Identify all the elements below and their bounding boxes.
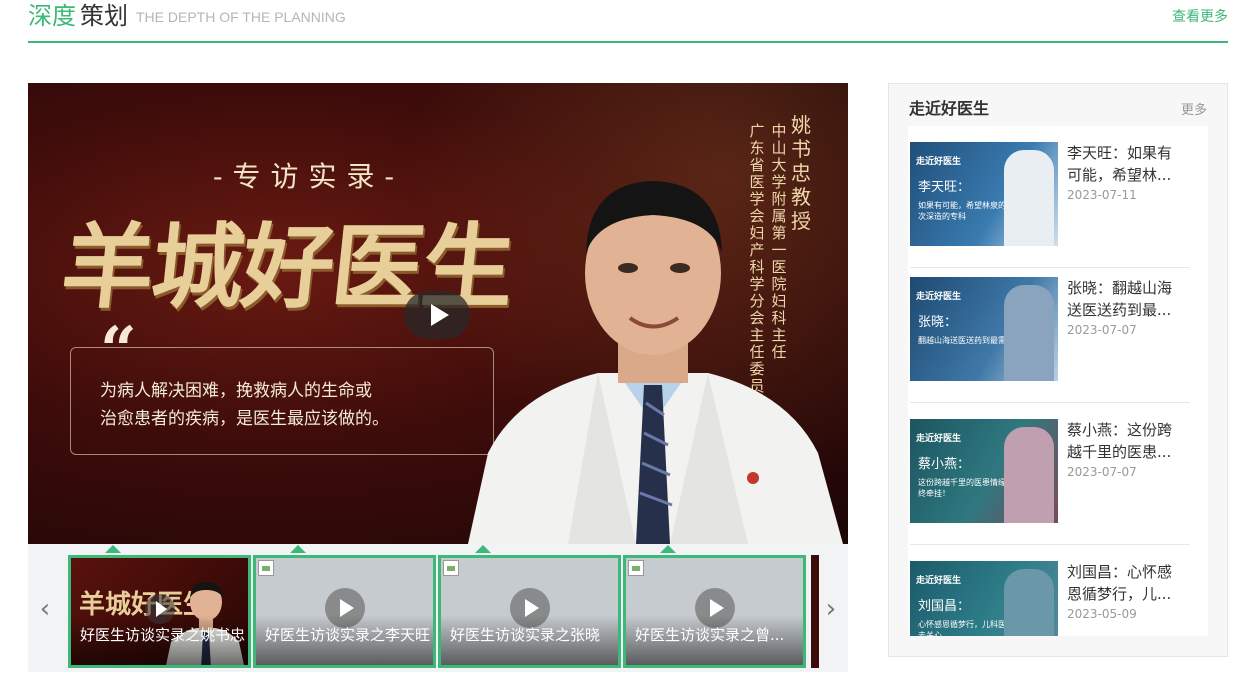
thumbnail-label: 好医生访谈实录之曾... [635,626,785,644]
poster-subtitle: -专访实录- [213,160,404,193]
title-line-1: 李天旺：如果有 [1067,144,1173,162]
doctor-figure [1004,150,1054,246]
image-name: 张晓： [918,315,958,330]
section-title-accent: 深度 [28,2,76,30]
quote-text: 为病人解决困难，挽救病人的生命或 治愈患者的疾病，是医生最应该做的。 [100,377,480,433]
sidebar-list: 走近好医生 李天旺： 如果有可能，希望林泉的后代是五次深造的专科 李天旺：如果有… [908,126,1208,636]
title-line-2: 越千里的医患... [1067,443,1172,461]
next-arrow-icon[interactable]: › [816,591,846,627]
thumbnail-strip: ‹ 羊城好医生 好医生访谈实录之姚书忠 好医生访谈实录之李天旺 好医生访谈实录之… [28,544,848,672]
thumbnail-label: 好医生访谈实录之张晓 [450,626,601,644]
list-item[interactable]: 走近好医生 蔡小燕： 这份跨越千里的医患情缘，让我始终牵挂！ 蔡小燕：这份跨 越… [908,403,1198,545]
quote-line-2: 治愈患者的疾病，是医生最应该做的。 [100,409,389,429]
quote-mark: “ [100,313,137,388]
title-line-2: 恩循梦行，儿... [1067,585,1172,603]
list-item[interactable]: 走近好医生 刘国昌： 心怀感恩循梦行，儿科医生要去爱去关心 刘国昌：心怀感 恩循… [908,545,1198,636]
sidebar-title: 走近好医生 [909,99,990,118]
doctor-figure [1004,285,1054,381]
doctor-figure [1004,569,1054,636]
broken-image-icon [443,560,459,576]
thumbnail-indicator [290,545,306,553]
prev-arrow-icon[interactable]: ‹ [30,591,60,627]
thumbnail-indicator [475,545,491,553]
quote-line-1: 为病人解决困难，挽救病人的生命或 [100,381,372,401]
list-item-title: 刘国昌：心怀感 恩循梦行，儿... [1067,561,1185,605]
doctor-portrait [468,181,843,544]
view-more-link[interactable]: 查看更多 [1172,6,1228,26]
thumbnail-item[interactable]: 好医生访谈实录之李天旺 [253,555,436,668]
image-badge: 走近好医生 [916,157,962,167]
doctor-sidebar: 走近好医生 更多 走近好医生 李天旺： 如果有可能，希望林泉的后代是五次深造的专… [888,83,1228,657]
section-subtitle-en: THE DEPTH OF THE PLANNING [136,9,346,25]
title-line-2: 可能，希望林... [1067,166,1172,184]
list-item[interactable]: 走近好医生 张晓： 翻越山海送医送药到最需要的地方 张晓：翻越山海 送医送药到最… [908,261,1198,403]
image-name: 李天旺： [918,180,971,195]
active-indicator [105,545,121,553]
broken-image-icon [258,560,274,576]
list-item-image: 走近好医生 蔡小燕： 这份跨越千里的医患情缘，让我始终牵挂！ [910,419,1058,523]
title-line-2: 送医送药到最... [1067,301,1172,319]
thumbnail-item[interactable]: 好医生访谈实录之曾... [623,555,806,668]
thumbnail-indicator [660,545,676,553]
list-item[interactable]: 走近好医生 李天旺： 如果有可能，希望林泉的后代是五次深造的专科 李天旺：如果有… [908,126,1198,268]
list-item-image: 走近好医生 刘国昌： 心怀感恩循梦行，儿科医生要去爱去关心 [910,561,1058,636]
list-item-date: 2023-07-11 [1067,188,1137,202]
list-item-title: 张晓：翻越山海 送医送药到最... [1067,277,1185,321]
image-name: 刘国昌： [918,599,971,614]
video-player[interactable]: -专访实录- 羊城好医生 “ 为病人解决困难，挽救病人的生命或 治愈患者的疾病，… [28,83,848,544]
title-line-1: 刘国昌：心怀感 [1067,563,1173,581]
play-button[interactable] [404,291,470,339]
image-badge: 走近好医生 [916,292,962,302]
thumbnail-label: 好医生访谈实录之姚书忠 [80,626,245,644]
image-badge: 走近好医生 [916,576,962,586]
sidebar-more-link[interactable]: 更多 [1181,99,1207,118]
list-item-title: 李天旺：如果有 可能，希望林... [1067,142,1185,186]
list-item-image: 走近好医生 张晓： 翻越山海送医送药到最需要的地方 [910,277,1058,381]
thumbnail-item[interactable]: 好医生访谈实录之张晓 [438,555,621,668]
doctor-figure [1004,427,1054,523]
broken-image-icon [628,560,644,576]
image-badge: 走近好医生 [916,434,962,444]
list-item-date: 2023-07-07 [1067,465,1137,479]
title-line-1: 张晓：翻越山海 [1067,279,1173,297]
section-title: 策划 [80,2,128,30]
thumbnail-label: 好医生访谈实录之李天旺 [265,626,430,644]
list-item-title: 蔡小燕：这份跨 越千里的医患... [1067,419,1185,463]
thumbnail-item[interactable]: 羊城好医生 好医生访谈实录之姚书忠 [68,555,251,668]
image-name: 蔡小燕： [918,457,971,472]
list-item-date: 2023-05-09 [1067,607,1137,621]
section-header: 深度 策划 THE DEPTH OF THE PLANNING 查看更多 [28,0,1228,43]
list-item-date: 2023-07-07 [1067,323,1137,337]
title-line-1: 蔡小燕：这份跨 [1067,421,1173,439]
list-item-image: 走近好医生 李天旺： 如果有可能，希望林泉的后代是五次深造的专科 [910,142,1058,246]
